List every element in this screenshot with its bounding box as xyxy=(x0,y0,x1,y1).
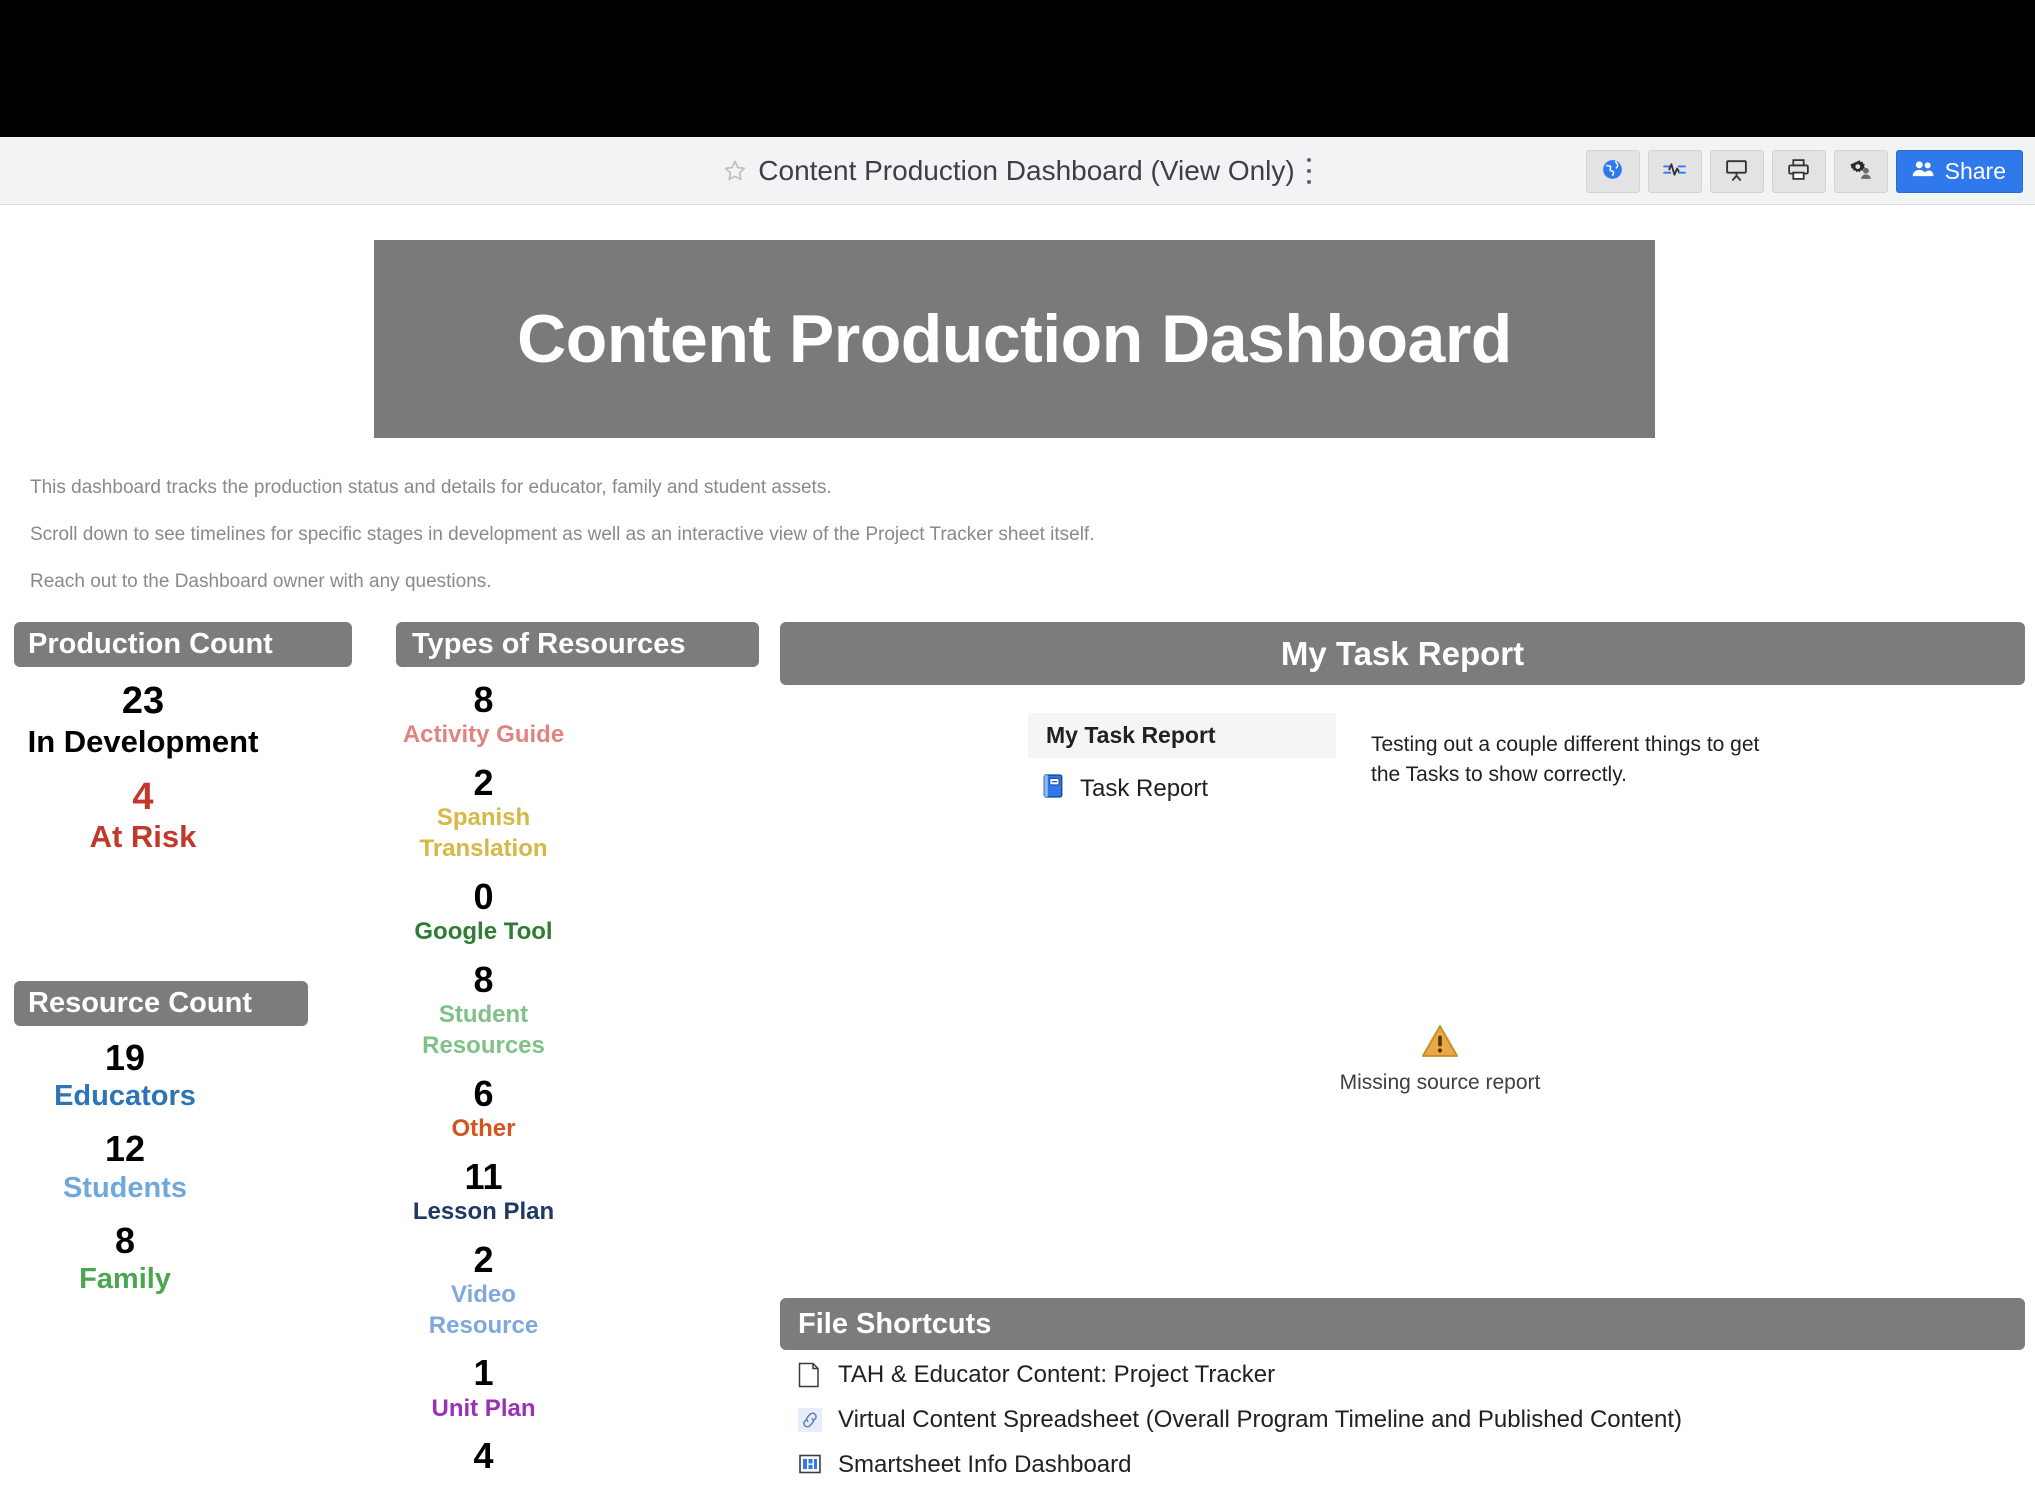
task-report-row-label: Task Report xyxy=(1080,774,1209,802)
types-value-1: 2 xyxy=(473,762,494,804)
dashboard-icon xyxy=(798,1452,822,1478)
more-options-icon[interactable] xyxy=(1305,158,1313,184)
types-of-resources-header: Types of Resources xyxy=(396,622,759,667)
resource-label-2: Family xyxy=(79,1263,171,1296)
page-title: Content Production Dashboard xyxy=(517,301,1512,377)
intro-line-2: Scroll down to see timelines for specifi… xyxy=(30,524,1095,545)
file-shortcut-item[interactable]: Smartsheet Info Dashboard xyxy=(798,1451,1998,1479)
star-outline-icon[interactable] xyxy=(722,158,748,184)
my-task-report-header: My Task Report xyxy=(780,622,2025,685)
task-report-card-title: My Task Report xyxy=(1028,713,1336,758)
print-icon xyxy=(1786,157,1811,187)
link-icon xyxy=(798,1407,822,1433)
admin-settings-button[interactable] xyxy=(1833,150,1888,193)
types-value-0: 8 xyxy=(473,679,494,720)
report-sheet-icon xyxy=(1040,772,1066,805)
types-of-resources-stats: 8 Activity Guide 2 Spanish Translation 0… xyxy=(396,679,571,1477)
document-title[interactable]: Content Production Dashboard (View Only) xyxy=(758,155,1294,187)
warning-triangle-icon xyxy=(1420,1025,1460,1063)
types-label-2: Google Tool xyxy=(414,918,553,946)
types-value-8: 4 xyxy=(473,1435,494,1477)
file-shortcut-label: Virtual Content Spreadsheet (Overall Pro… xyxy=(838,1406,1683,1433)
file-shortcut-item[interactable]: TAH & Educator Content: Project Tracker xyxy=(798,1361,1998,1389)
types-label-0: Activity Guide xyxy=(402,721,565,749)
intro-text-block: This dashboard tracks the production sta… xyxy=(30,478,1630,619)
activity-log-button[interactable] xyxy=(1647,150,1702,193)
types-value-4: 6 xyxy=(473,1072,494,1114)
resource-value-2: 8 xyxy=(114,1219,136,1261)
publish-globe-button[interactable] xyxy=(1585,150,1640,193)
missing-source-report-label: Missing source report xyxy=(1339,1071,1541,1094)
types-label-6: Video Resource xyxy=(428,1280,539,1339)
sheet-icon xyxy=(798,1362,822,1388)
presentation-button[interactable] xyxy=(1709,150,1764,193)
resource-count-stats: 19 Educators 12 Students 8 Family xyxy=(14,1037,236,1298)
print-button[interactable] xyxy=(1771,150,1826,193)
browser-chrome-bar xyxy=(0,0,2035,137)
dashboard-title-banner: Content Production Dashboard xyxy=(374,240,1655,438)
resource-label-0: Educators xyxy=(54,1080,196,1113)
types-label-7: Unit Plan xyxy=(431,1394,536,1422)
file-shortcut-label: TAH & Educator Content: Project Tracker xyxy=(838,1361,1276,1388)
production-count-stats: 23 In Development 4 At Risk xyxy=(14,680,272,871)
publish-globe-icon xyxy=(1600,157,1625,187)
resource-value-1: 12 xyxy=(104,1128,146,1170)
types-value-5: 11 xyxy=(464,1155,503,1197)
file-shortcut-item[interactable]: Virtual Content Spreadsheet (Overall Pro… xyxy=(798,1406,1998,1434)
production-value-1: 4 xyxy=(132,775,154,818)
types-label-1: Spanish Translation xyxy=(419,804,548,863)
types-label-3: Student Resources xyxy=(422,1001,545,1059)
resource-count-header: Resource Count xyxy=(14,981,308,1026)
production-count-header: Production Count xyxy=(14,622,352,667)
activity-log-icon xyxy=(1662,157,1687,187)
types-value-7: 1 xyxy=(473,1352,494,1394)
file-shortcuts-list: TAH & Educator Content: Project Tracker … xyxy=(798,1361,1998,1496)
production-label-1: At Risk xyxy=(89,819,197,855)
intro-line-3: Reach out to the Dashboard owner with an… xyxy=(30,571,492,592)
intro-line-1: This dashboard tracks the production sta… xyxy=(30,477,832,498)
resource-value-0: 19 xyxy=(104,1037,146,1078)
share-button[interactable]: Share xyxy=(1895,150,2023,193)
share-label: Share xyxy=(1944,158,2006,184)
types-label-5: Lesson Plan xyxy=(412,1197,555,1225)
task-report-description: Testing out a couple different things to… xyxy=(1371,733,1760,786)
presentation-icon xyxy=(1724,157,1749,187)
types-value-6: 2 xyxy=(473,1238,494,1280)
missing-source-report-block: Missing source report xyxy=(1290,1022,1590,1095)
task-report-row[interactable]: Task Report xyxy=(1040,772,1208,805)
app-header: Content Production Dashboard (View Only) xyxy=(0,137,2035,205)
types-label-4: Other xyxy=(451,1114,516,1142)
production-label-0: In Development xyxy=(27,723,259,759)
file-shortcuts-header: File Shortcuts xyxy=(780,1298,2025,1350)
types-value-3: 8 xyxy=(473,958,494,1000)
resource-label-1: Students xyxy=(62,1171,188,1204)
types-value-2: 0 xyxy=(473,875,494,917)
people-icon xyxy=(1911,157,1936,187)
admin-settings-icon xyxy=(1848,157,1873,187)
header-toolbar: Share xyxy=(1585,150,2023,193)
file-shortcut-label: Smartsheet Info Dashboard xyxy=(838,1451,1132,1478)
production-value-0: 23 xyxy=(121,680,165,722)
